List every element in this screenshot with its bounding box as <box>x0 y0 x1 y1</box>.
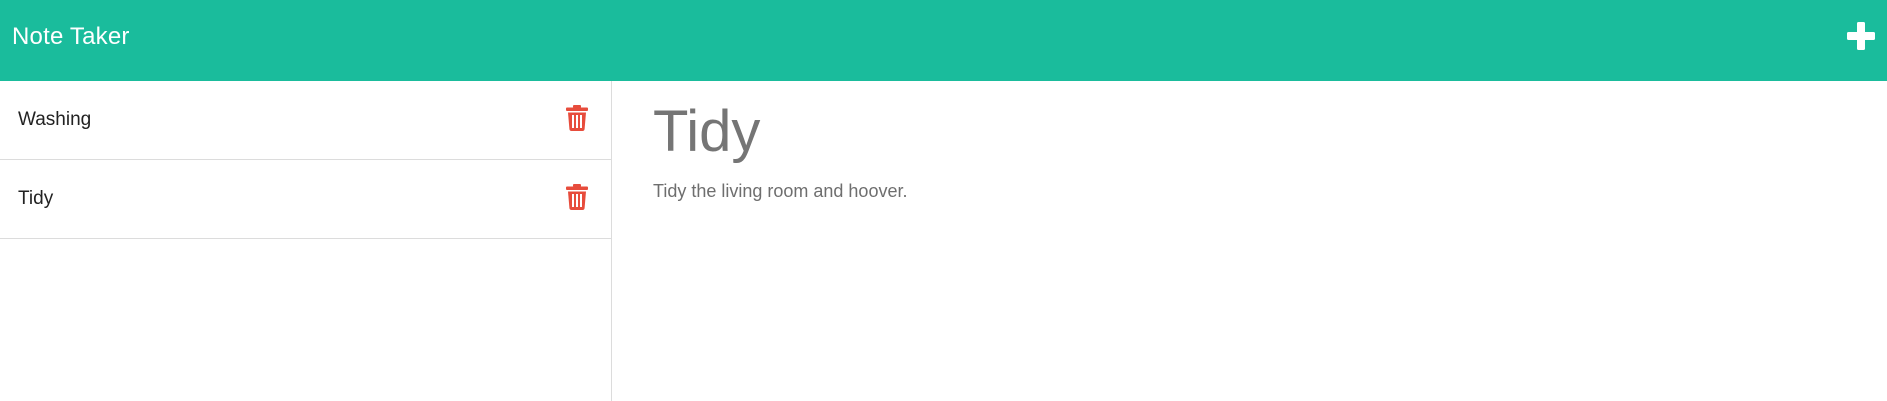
navbar: Note Taker <box>0 0 1887 81</box>
new-note-button[interactable] <box>1845 20 1877 52</box>
plus-icon <box>1847 22 1875 50</box>
list-item-washing[interactable]: Washing <box>0 81 611 160</box>
note-title[interactable]: Tidy <box>653 99 760 165</box>
app-title[interactable]: Note Taker <box>12 22 130 52</box>
trash-icon <box>566 105 588 131</box>
note-text[interactable]: Tidy the living room and hoover. <box>653 179 907 203</box>
trash-icon <box>566 184 588 210</box>
note-item-label: Tidy <box>18 188 54 209</box>
delete-note-button[interactable] <box>566 105 588 131</box>
note-item-label: Washing <box>18 109 92 130</box>
notes-sidebar: Washing Tidy <box>0 81 612 401</box>
list-item-tidy[interactable]: Tidy <box>0 160 611 239</box>
note-view: Tidy Tidy the living room and hoover. <box>613 81 1887 401</box>
delete-note-button[interactable] <box>566 184 588 210</box>
